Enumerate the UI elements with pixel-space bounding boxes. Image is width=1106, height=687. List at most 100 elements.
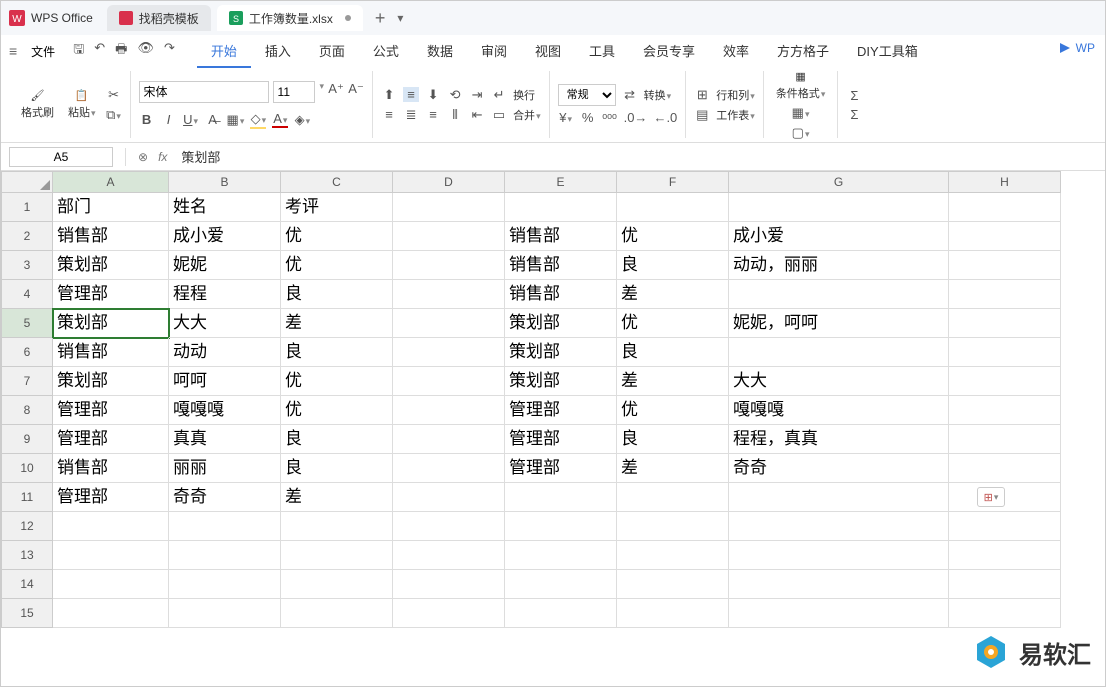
align-top-icon[interactable]: ⬆ bbox=[381, 87, 397, 103]
row-header[interactable]: 13 bbox=[1, 541, 53, 570]
column-header[interactable]: C bbox=[281, 171, 393, 193]
cell[interactable] bbox=[393, 251, 505, 280]
cell[interactable]: 管理部 bbox=[53, 425, 169, 454]
cell[interactable] bbox=[505, 483, 617, 512]
cell[interactable] bbox=[729, 338, 949, 367]
cell[interactable]: 真真 bbox=[169, 425, 281, 454]
column-header[interactable]: D bbox=[393, 171, 505, 193]
cell[interactable] bbox=[949, 222, 1061, 251]
menu-tab[interactable]: 页面 bbox=[305, 35, 359, 68]
cell[interactable] bbox=[393, 222, 505, 251]
cell[interactable]: 动动，丽丽 bbox=[729, 251, 949, 280]
cell[interactable]: 销售部 bbox=[53, 454, 169, 483]
row-header[interactable]: 12 bbox=[1, 512, 53, 541]
cell[interactable]: 差 bbox=[281, 483, 393, 512]
row-header[interactable]: 3 bbox=[1, 251, 53, 280]
cell[interactable] bbox=[169, 570, 281, 599]
cell[interactable]: 奇奇 bbox=[729, 454, 949, 483]
cell[interactable] bbox=[729, 541, 949, 570]
cell[interactable]: 考评 bbox=[281, 193, 393, 222]
column-header[interactable]: A bbox=[53, 171, 169, 193]
cell[interactable]: 大大 bbox=[729, 367, 949, 396]
font-name-select[interactable] bbox=[139, 81, 269, 103]
worksheet-icon[interactable]: ▤ bbox=[694, 107, 710, 123]
currency-icon[interactable]: ¥▾ bbox=[558, 110, 574, 125]
cell[interactable]: 良 bbox=[617, 338, 729, 367]
cell[interactable] bbox=[949, 541, 1061, 570]
cell[interactable] bbox=[617, 570, 729, 599]
cell[interactable] bbox=[729, 599, 949, 628]
cell[interactable] bbox=[505, 512, 617, 541]
cell[interactable]: 嘎嘎嘎 bbox=[729, 396, 949, 425]
italic-icon[interactable]: I bbox=[161, 112, 177, 127]
font-color-icon[interactable]: A▾ bbox=[272, 111, 288, 128]
cell[interactable] bbox=[949, 338, 1061, 367]
chevron-down-icon[interactable]: ▾ bbox=[320, 81, 325, 103]
cell[interactable] bbox=[169, 512, 281, 541]
cell[interactable]: 优 bbox=[617, 309, 729, 338]
cell[interactable] bbox=[53, 541, 169, 570]
distribute-icon[interactable]: ⫴ bbox=[447, 107, 463, 123]
cell[interactable] bbox=[949, 193, 1061, 222]
smart-tag-button[interactable]: ⊞▾ bbox=[977, 487, 1005, 507]
cell[interactable]: 管理部 bbox=[53, 396, 169, 425]
undo-icon[interactable]: ↶ bbox=[94, 40, 105, 62]
row-header[interactable]: 11 bbox=[1, 483, 53, 512]
cell[interactable] bbox=[617, 483, 729, 512]
cell[interactable] bbox=[281, 541, 393, 570]
align-middle-icon[interactable]: ≡ bbox=[403, 87, 419, 102]
cell[interactable] bbox=[393, 454, 505, 483]
new-tab-button[interactable]: + bbox=[375, 8, 386, 29]
menu-tab[interactable]: 开始 bbox=[197, 35, 251, 68]
format-painter-button[interactable]: 🖌 格式刷 bbox=[17, 87, 58, 123]
cell[interactable] bbox=[53, 570, 169, 599]
cell[interactable] bbox=[949, 280, 1061, 309]
column-header[interactable]: B bbox=[169, 171, 281, 193]
cell[interactable]: 销售部 bbox=[53, 338, 169, 367]
cell[interactable]: 良 bbox=[281, 454, 393, 483]
cell[interactable] bbox=[505, 570, 617, 599]
cell[interactable] bbox=[393, 193, 505, 222]
decrease-font-icon[interactable]: A⁻ bbox=[348, 81, 364, 103]
column-header[interactable]: F bbox=[617, 171, 729, 193]
cell[interactable]: 优 bbox=[281, 367, 393, 396]
row-header[interactable]: 8 bbox=[1, 396, 53, 425]
cell[interactable]: 策划部 bbox=[53, 251, 169, 280]
bold-icon[interactable]: B bbox=[139, 112, 155, 127]
spreadsheet-grid[interactable]: ABCDEFGH 1部门姓名考评2销售部成小爱优销售部优成小爱3策划部妮妮优销售… bbox=[1, 171, 1105, 628]
cell[interactable]: 成小爱 bbox=[729, 222, 949, 251]
sum-icon[interactable]: Σ bbox=[846, 88, 862, 103]
cell[interactable]: 策划部 bbox=[53, 367, 169, 396]
indent-icon[interactable]: ⇥ bbox=[469, 87, 485, 103]
cell[interactable] bbox=[949, 396, 1061, 425]
cell[interactable] bbox=[505, 599, 617, 628]
cell[interactable]: 程程 bbox=[169, 280, 281, 309]
menu-tab[interactable]: 效率 bbox=[709, 35, 763, 68]
row-header[interactable]: 5 bbox=[1, 309, 53, 338]
column-header[interactable]: G bbox=[729, 171, 949, 193]
cell[interactable] bbox=[393, 280, 505, 309]
cell[interactable]: 良 bbox=[281, 280, 393, 309]
cut-icon[interactable]: ✂ bbox=[106, 87, 122, 103]
cell[interactable]: 程程，真真 bbox=[729, 425, 949, 454]
cell[interactable]: 丽丽 bbox=[169, 454, 281, 483]
cell[interactable]: 良 bbox=[281, 338, 393, 367]
cell[interactable]: 妮妮，呵呵 bbox=[729, 309, 949, 338]
cell[interactable] bbox=[393, 309, 505, 338]
cell[interactable] bbox=[281, 512, 393, 541]
increase-decimal-icon[interactable]: .0→ bbox=[624, 110, 648, 125]
cell[interactable] bbox=[949, 599, 1061, 628]
menu-tab[interactable]: 公式 bbox=[359, 35, 413, 68]
comma-icon[interactable]: ᵒᵒᵒ bbox=[602, 110, 618, 125]
cell[interactable] bbox=[505, 541, 617, 570]
cell[interactable]: 部门 bbox=[53, 193, 169, 222]
tab-workbook[interactable]: S 工作簿数量.xlsx bbox=[217, 5, 363, 31]
cell[interactable]: 优 bbox=[617, 396, 729, 425]
preview-icon[interactable]: 👁 bbox=[137, 40, 154, 62]
increase-font-icon[interactable]: A⁺ bbox=[328, 81, 344, 103]
cell[interactable]: 妮妮 bbox=[169, 251, 281, 280]
sum2-icon[interactable]: Σ bbox=[846, 107, 862, 122]
cell[interactable]: 差 bbox=[617, 280, 729, 309]
menu-tab[interactable]: 工具 bbox=[575, 35, 629, 68]
strikethrough-icon[interactable]: A̶ bbox=[205, 112, 221, 127]
